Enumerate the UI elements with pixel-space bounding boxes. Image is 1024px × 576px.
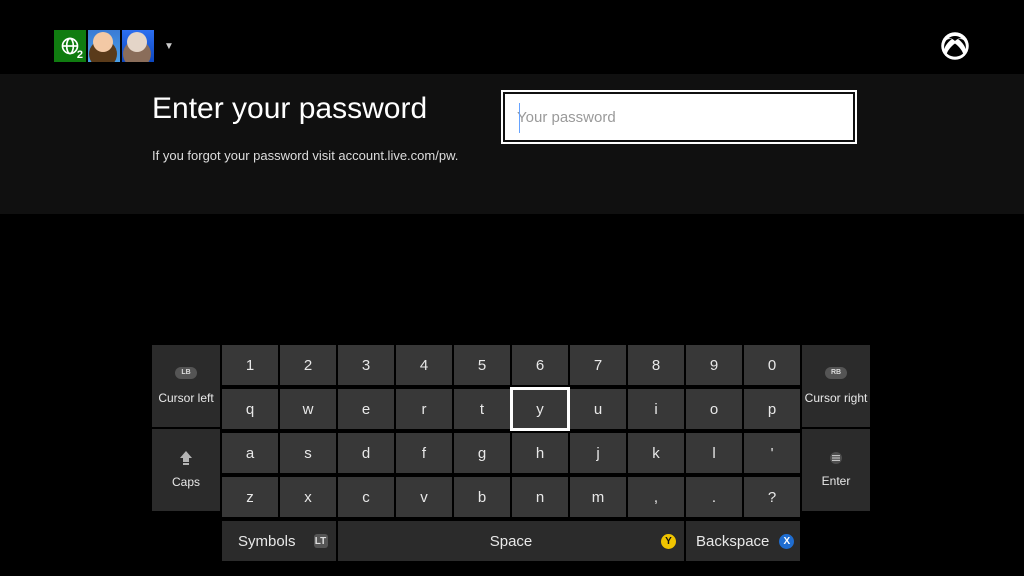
key-m[interactable]: m	[570, 477, 626, 517]
cursor-right-label: Cursor right	[805, 391, 868, 405]
lt-trigger-icon: LT	[314, 534, 328, 548]
key-f[interactable]: f	[396, 433, 452, 473]
key-j[interactable]: j	[570, 433, 626, 473]
cursor-left-label: Cursor left	[158, 391, 213, 405]
keyboard-row-bottom: Symbols LT Space Y Backspace X	[222, 521, 800, 561]
space-label: Space	[490, 533, 533, 550]
key-8[interactable]: 8	[628, 345, 684, 385]
key-o[interactable]: o	[686, 389, 742, 429]
key-w[interactable]: w	[280, 389, 336, 429]
enter-key[interactable]: Enter	[802, 429, 870, 511]
topbar: 2 ▼	[54, 28, 970, 64]
key-x[interactable]: x	[280, 477, 336, 517]
key-q[interactable]: q	[222, 389, 278, 429]
key-question[interactable]: ?	[744, 477, 800, 517]
key-g[interactable]: g	[454, 433, 510, 473]
key-z[interactable]: z	[222, 477, 278, 517]
caps-arrow-icon	[178, 451, 194, 465]
key-s[interactable]: s	[280, 433, 336, 473]
key-apostrophe[interactable]: '	[744, 433, 800, 473]
key-comma[interactable]: ,	[628, 477, 684, 517]
profile-avatar-2[interactable]	[122, 30, 154, 62]
menu-icon	[828, 452, 844, 464]
text-caret-icon	[519, 103, 520, 133]
key-u[interactable]: u	[570, 389, 626, 429]
key-i[interactable]: i	[628, 389, 684, 429]
keyboard-row-0: 1 2 3 4 5 6 7 8 9 0	[222, 345, 800, 385]
backspace-key[interactable]: Backspace X	[686, 521, 800, 561]
rb-bumper-icon: RB	[825, 367, 847, 379]
password-field-frame[interactable]	[501, 90, 857, 144]
symbols-label: Symbols	[238, 533, 296, 550]
cursor-left-key[interactable]: LB Cursor left	[152, 345, 220, 427]
key-3[interactable]: 3	[338, 345, 394, 385]
caps-key[interactable]: Caps	[152, 429, 220, 511]
key-0[interactable]: 0	[744, 345, 800, 385]
profile-dropdown-caret-icon[interactable]: ▼	[164, 41, 174, 52]
key-v[interactable]: v	[396, 477, 452, 517]
key-n[interactable]: n	[512, 477, 568, 517]
forgot-password-text: If you forgot your password visit accoun…	[152, 148, 1024, 163]
x-button-icon: X	[779, 534, 794, 549]
activity-tile[interactable]: 2	[54, 30, 86, 62]
y-button-icon: Y	[661, 534, 676, 549]
password-input[interactable]	[505, 94, 853, 140]
caps-label: Caps	[172, 475, 200, 489]
key-a[interactable]: a	[222, 433, 278, 473]
symbols-key[interactable]: Symbols LT	[222, 521, 336, 561]
key-b[interactable]: b	[454, 477, 510, 517]
lb-bumper-icon: LB	[175, 367, 197, 379]
space-key[interactable]: Space Y	[338, 521, 684, 561]
activity-badge: 2	[77, 49, 83, 61]
keyboard-row-1: q w e r t y u i o p	[222, 389, 800, 429]
key-1[interactable]: 1	[222, 345, 278, 385]
key-period[interactable]: .	[686, 477, 742, 517]
profile-avatar-1[interactable]	[88, 30, 120, 62]
key-2[interactable]: 2	[280, 345, 336, 385]
key-h[interactable]: h	[512, 433, 568, 473]
key-r[interactable]: r	[396, 389, 452, 429]
key-5[interactable]: 5	[454, 345, 510, 385]
key-p[interactable]: p	[744, 389, 800, 429]
key-4[interactable]: 4	[396, 345, 452, 385]
backspace-label: Backspace	[696, 533, 769, 550]
key-e[interactable]: e	[338, 389, 394, 429]
onscreen-keyboard: LB Cursor left Caps 1 2 3 4 5 6 7 8 9 0	[152, 345, 872, 563]
key-y[interactable]: y	[512, 389, 568, 429]
key-7[interactable]: 7	[570, 345, 626, 385]
xbox-logo-icon[interactable]	[940, 31, 970, 61]
key-9[interactable]: 9	[686, 345, 742, 385]
key-c[interactable]: c	[338, 477, 394, 517]
key-d[interactable]: d	[338, 433, 394, 473]
enter-label: Enter	[822, 474, 851, 488]
keyboard-row-3: z x c v b n m , . ?	[222, 477, 800, 517]
key-6[interactable]: 6	[512, 345, 568, 385]
key-l[interactable]: l	[686, 433, 742, 473]
keyboard-row-2: a s d f g h j k l '	[222, 433, 800, 473]
key-k[interactable]: k	[628, 433, 684, 473]
cursor-right-key[interactable]: RB Cursor right	[802, 345, 870, 427]
key-t[interactable]: t	[454, 389, 510, 429]
